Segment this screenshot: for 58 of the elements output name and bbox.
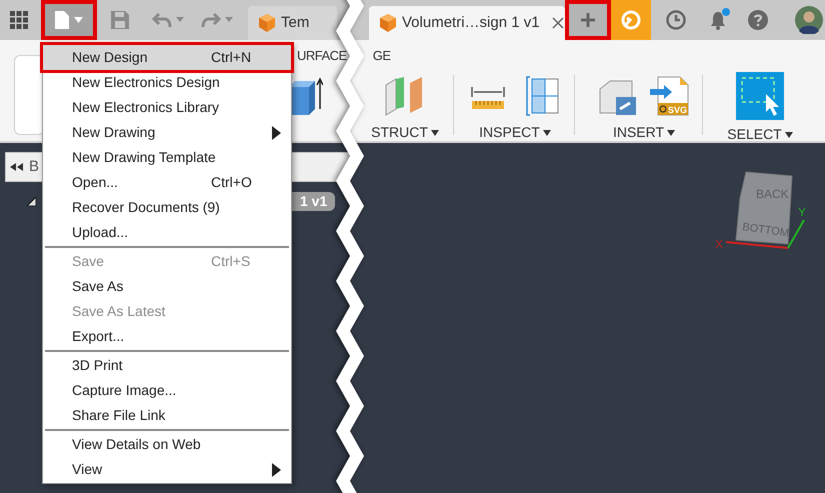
toolbar-tab[interactable]: URFACE <box>297 46 347 66</box>
undo-icon[interactable] <box>152 11 184 29</box>
menu-item[interactable]: Upload... <box>43 220 291 245</box>
caret-icon <box>667 130 676 136</box>
cube-icon <box>379 14 397 32</box>
sync-button[interactable] <box>611 0 651 40</box>
menu-item[interactable]: New Electronics Library <box>43 95 291 120</box>
tab-label: Volumetri…sign 1 v1 <box>402 12 540 33</box>
box-arrow-icon[interactable] <box>289 75 323 117</box>
x-axis-line <box>726 241 788 249</box>
avatar[interactable] <box>795 6 823 34</box>
menu-item[interactable]: New Drawing <box>43 120 291 145</box>
caret-icon <box>542 130 551 136</box>
menu-item[interactable]: New Design Ctrl+N <box>43 45 291 70</box>
ribbon-group-menu[interactable]: SELECT <box>727 124 793 145</box>
expand-triangle-icon[interactable] <box>27 197 36 206</box>
axis-label: Y <box>798 205 806 219</box>
collapse-icon[interactable] <box>10 163 24 171</box>
caret-icon <box>430 130 439 136</box>
ribbon-group-menu[interactable]: INSPECT <box>479 122 551 143</box>
tool-tile[interactable] <box>14 55 44 135</box>
close-icon[interactable] <box>552 17 564 29</box>
menu-item[interactable]: Capture Image... <box>43 378 291 403</box>
axis-label: X <box>715 237 724 251</box>
plus-icon <box>580 12 596 28</box>
new-tab-button[interactable] <box>565 0 611 40</box>
document-tab[interactable]: Volumetri…sign 1 v1 <box>369 6 565 40</box>
help-icon[interactable] <box>748 10 768 30</box>
menu-item[interactable]: Share File Link <box>43 403 291 428</box>
apps-grid-icon[interactable] <box>10 11 28 29</box>
panel-title: B <box>29 156 40 177</box>
icon-label: SVG <box>668 105 688 115</box>
menu-item[interactable]: New Drawing Template <box>43 145 291 170</box>
caret-icon <box>784 132 793 138</box>
document-icon <box>55 11 69 29</box>
clock-icon[interactable] <box>666 10 686 30</box>
bell-icon[interactable] <box>708 10 728 30</box>
ribbon-group-menu[interactable]: INSERT <box>612 122 676 143</box>
document-tab[interactable]: Tem <box>248 6 337 40</box>
redo-icon[interactable] <box>201 11 233 29</box>
caret-icon <box>74 17 83 23</box>
menu-item[interactable]: Recover Documents (9) <box>43 195 291 220</box>
menu-item[interactable]: View <box>43 457 291 482</box>
file-menu-button[interactable] <box>41 0 97 40</box>
save-icon[interactable] <box>111 11 129 29</box>
toolbar-tab[interactable]: GE <box>372 46 391 66</box>
menu-item[interactable]: Save As <box>43 274 291 299</box>
split-panel-icon[interactable] <box>526 75 560 117</box>
menu-item[interactable]: New Electronics Design <box>43 70 291 95</box>
menu-item[interactable]: Export... <box>43 324 291 349</box>
menu-item[interactable]: 3D Print <box>43 353 291 378</box>
cube-icon <box>258 14 276 32</box>
menu-item[interactable]: Open... Ctrl+O <box>43 170 291 195</box>
tab-label: Tem <box>281 12 310 33</box>
menu-item[interactable]: View Details on Web <box>43 432 291 457</box>
y-axis-line <box>787 220 805 248</box>
select-icon[interactable] <box>736 72 784 120</box>
ribbon-group-menu[interactable]: STRUCT <box>371 122 439 143</box>
